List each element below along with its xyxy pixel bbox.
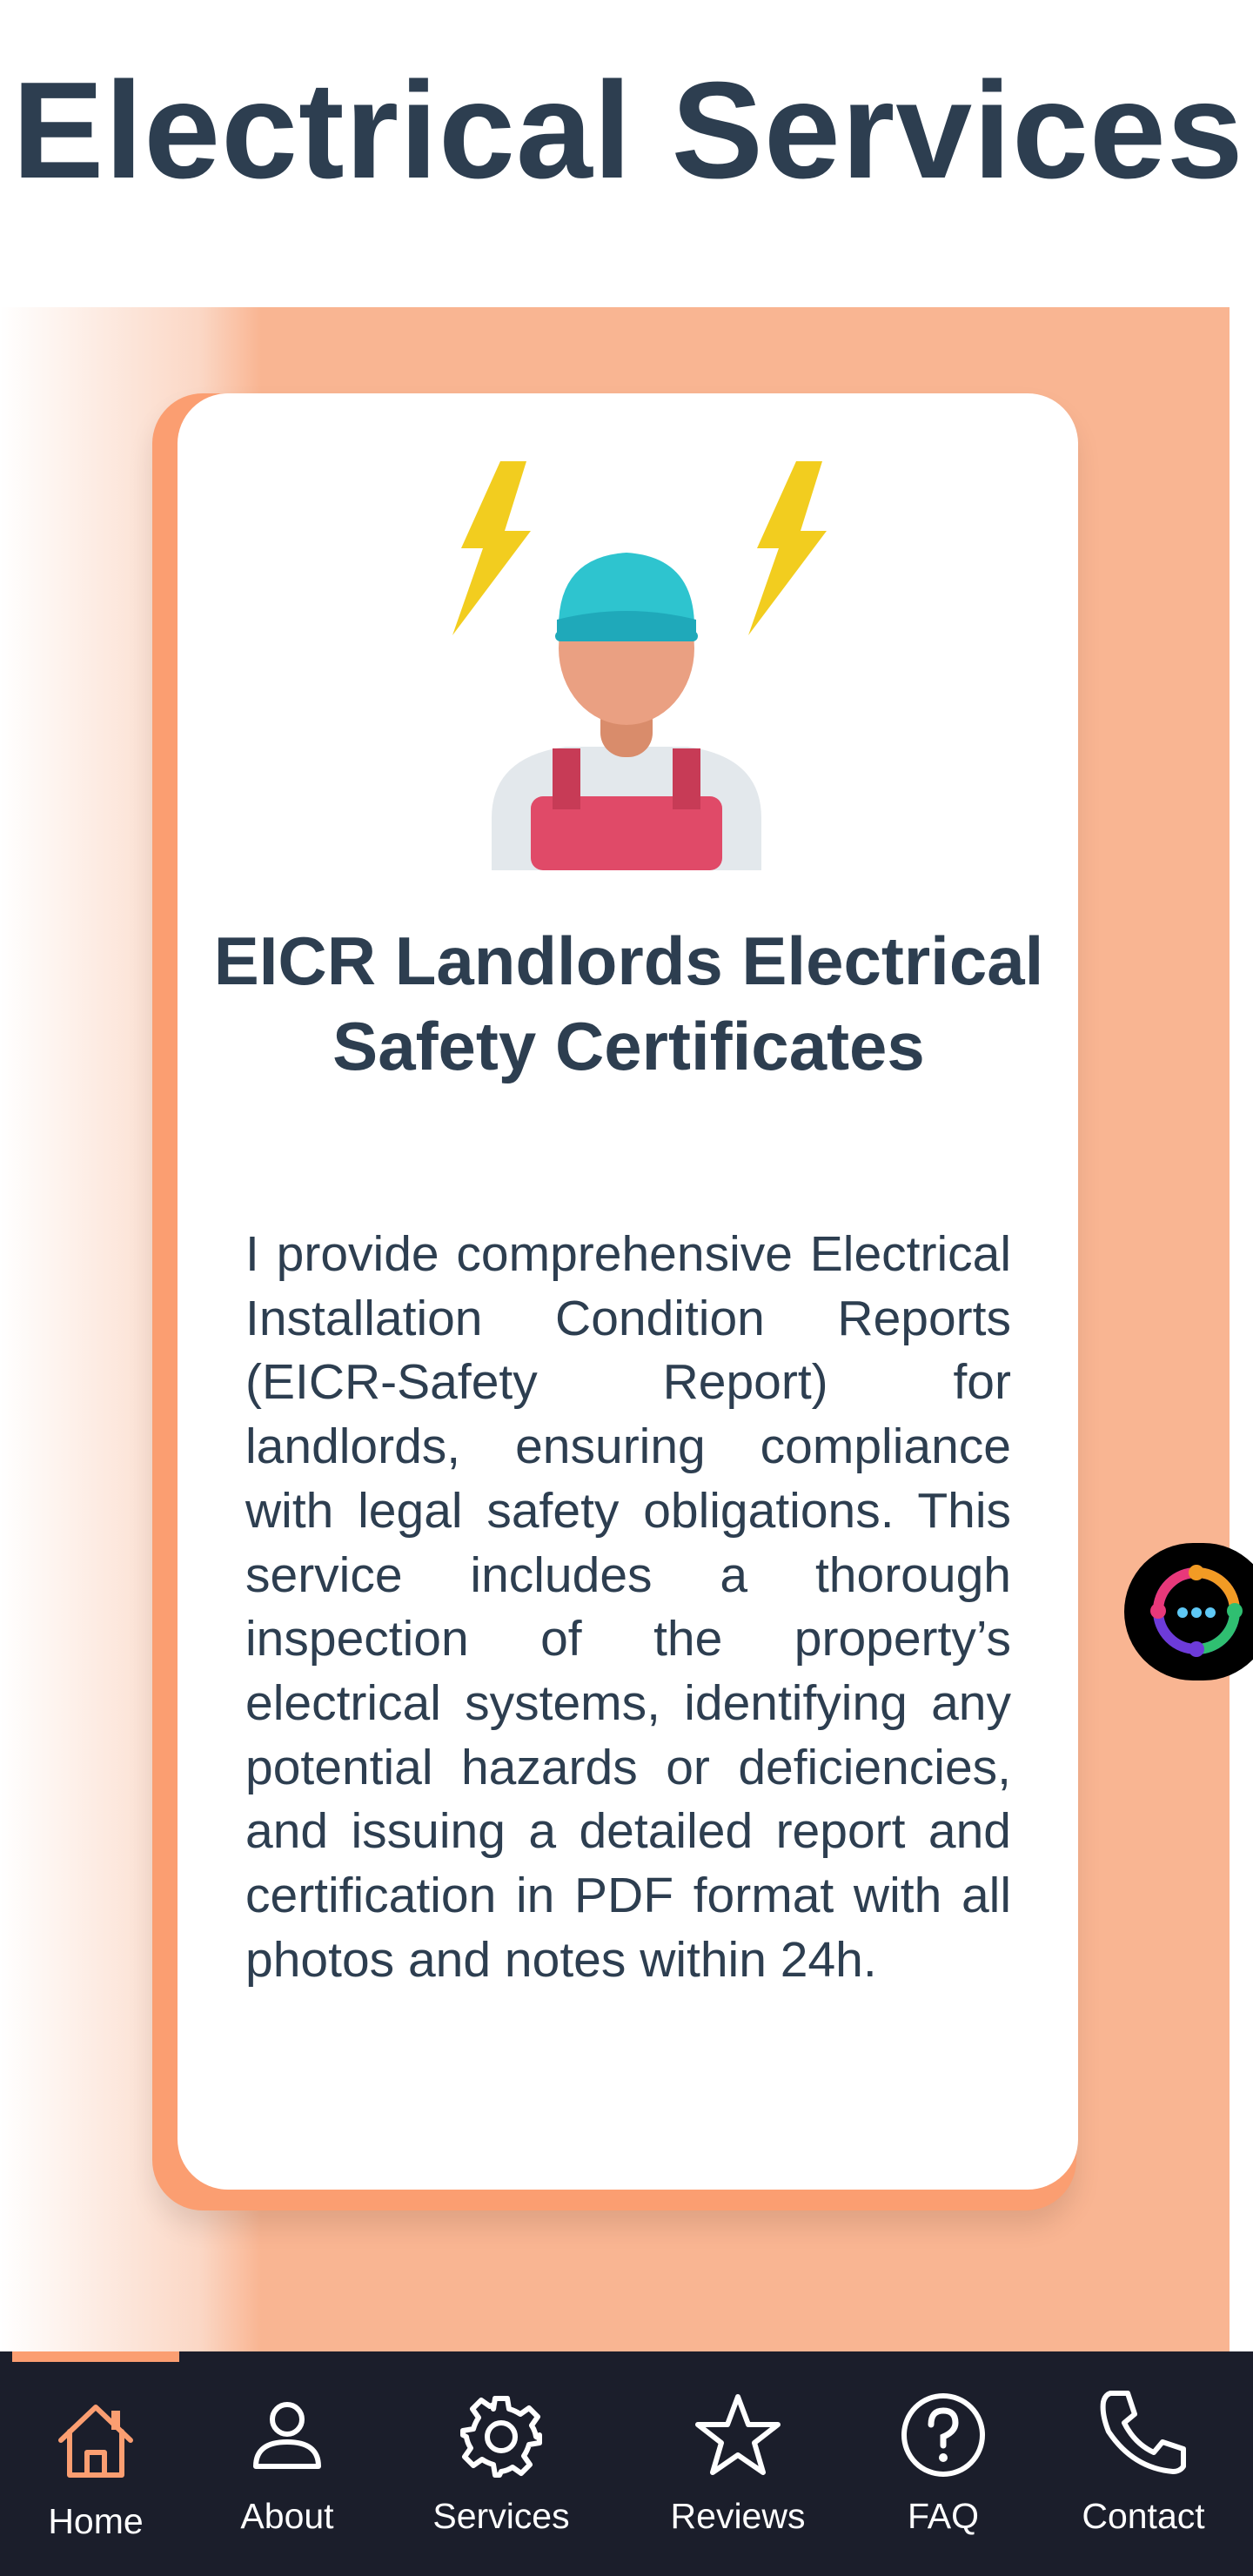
card-description: I provide comprehensive Electrical Insta… bbox=[245, 1226, 1011, 1988]
page-title: Electrical Services bbox=[12, 54, 1244, 207]
home-icon bbox=[58, 2405, 133, 2478]
nav-item-reviews[interactable]: Reviews bbox=[651, 2351, 825, 2576]
card-title: EICR Landlords Electrical Safety Certifi… bbox=[213, 922, 1044, 1084]
electrician-icon bbox=[452, 461, 827, 870]
gear-icon bbox=[460, 2396, 542, 2478]
star-icon bbox=[695, 2394, 781, 2475]
nav-label-services: Services bbox=[432, 2496, 570, 2536]
chat-bubble-icon bbox=[1150, 1565, 1243, 1657]
page: Electrical Services EICR Landlords Elect… bbox=[0, 0, 1253, 2576]
nav-item-about[interactable]: About bbox=[209, 2351, 365, 2576]
nav-item-faq[interactable]: FAQ bbox=[874, 2351, 1013, 2576]
nav-label-home: Home bbox=[48, 2501, 144, 2541]
user-icon bbox=[253, 2402, 321, 2469]
bottom-navigation: Home About Services Reviews FAQ Contact bbox=[0, 2351, 1253, 2576]
lightning-bolt-left-icon bbox=[452, 461, 531, 635]
chat-widget-button[interactable] bbox=[1124, 1543, 1253, 1680]
question-icon bbox=[901, 2393, 985, 2477]
nav-label-about: About bbox=[240, 2496, 334, 2536]
nav-item-services[interactable]: Services bbox=[414, 2351, 588, 2576]
nav-label-reviews: Reviews bbox=[670, 2496, 806, 2536]
nav-item-home[interactable]: Home bbox=[17, 2351, 174, 2576]
nav-label-faq: FAQ bbox=[907, 2496, 980, 2536]
nav-label-contact: Contact bbox=[1082, 2496, 1205, 2536]
lightning-bolt-right-icon bbox=[748, 461, 827, 635]
phone-icon bbox=[1100, 2391, 1186, 2474]
nav-item-contact[interactable]: Contact bbox=[1065, 2351, 1222, 2576]
